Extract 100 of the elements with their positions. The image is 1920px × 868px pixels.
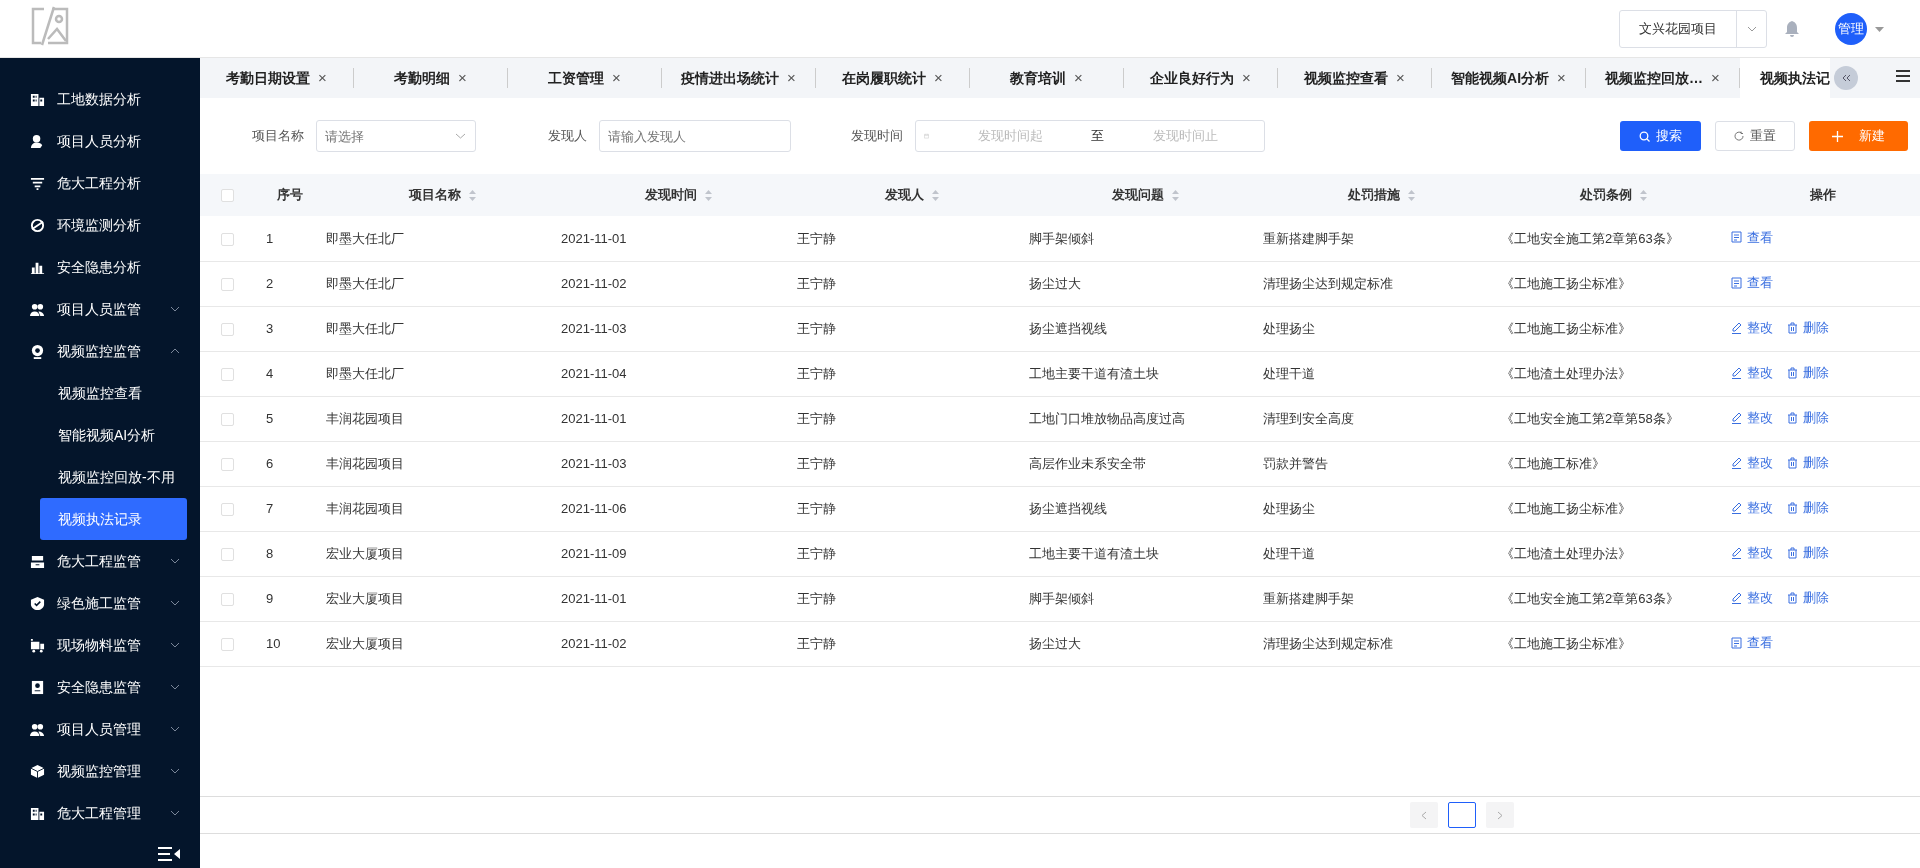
sidebar-item[interactable]: 危大工程管理	[0, 792, 200, 834]
table-cell: 宏业大厦项目	[326, 590, 404, 606]
sidebar-item[interactable]: 安全隐患分析	[0, 246, 200, 288]
tab[interactable]: 教育培训 ×	[970, 58, 1123, 98]
row-checkbox[interactable]	[221, 322, 234, 336]
close-icon[interactable]: ×	[1074, 66, 1083, 90]
edit-link[interactable]: 整改	[1731, 497, 1773, 518]
row-checkbox[interactable]	[221, 367, 234, 381]
sidebar-item[interactable]: 危大工程分析	[0, 162, 200, 204]
sidebar-item[interactable]: 危大工程监管	[0, 540, 200, 582]
project-select[interactable]: 文兴花园项目	[1619, 10, 1767, 48]
close-icon[interactable]: ×	[1242, 66, 1251, 90]
edit-link[interactable]: 整改	[1731, 452, 1773, 473]
close-icon[interactable]: ×	[318, 66, 327, 90]
close-icon[interactable]: ×	[934, 66, 943, 90]
close-icon[interactable]: ×	[787, 66, 796, 90]
sidebar-item[interactable]: 项目人员管理	[0, 708, 200, 750]
date-range-field[interactable]: 发现时间起 至 发现时间止	[915, 120, 1265, 152]
sidebar-item[interactable]: 视频监控管理	[0, 750, 200, 792]
sidebar-item[interactable]: 项目人员分析	[0, 120, 200, 162]
row-checkbox[interactable]	[221, 637, 234, 651]
tab[interactable]: 视频监控查看 ×	[1278, 58, 1431, 98]
tab[interactable]: 考勤明细 ×	[354, 58, 507, 98]
delete-link[interactable]: 删除	[1787, 587, 1829, 608]
sort-icon[interactable]	[1171, 190, 1179, 202]
current-page-box[interactable]	[1448, 802, 1476, 828]
caret-icon[interactable]	[1875, 26, 1884, 32]
select-all-checkbox[interactable]	[221, 189, 234, 203]
sidebar-item[interactable]: 项目人员监管	[0, 288, 200, 330]
row-checkbox[interactable]	[221, 412, 234, 426]
delete-link[interactable]: 删除	[1787, 362, 1829, 383]
tab[interactable]: 工资管理 ×	[508, 58, 661, 98]
tab[interactable]: 视频执法记	[1740, 58, 1830, 98]
table-cell: 2021-11-06	[561, 500, 627, 516]
delete-link[interactable]: 删除	[1787, 542, 1829, 563]
sidebar-item[interactable]: 环境监测分析	[0, 204, 200, 246]
sidebar-item[interactable]: 绿色施工监管	[0, 582, 200, 624]
plus-icon	[1832, 130, 1843, 142]
bell-icon[interactable]	[1785, 21, 1799, 37]
sidebar-item[interactable]: 工地数据分析	[0, 78, 200, 120]
edit-link[interactable]: 整改	[1731, 362, 1773, 383]
table-cell: 王宁静	[797, 320, 836, 336]
edit-link[interactable]: 整改	[1731, 587, 1773, 608]
chevron-icon	[170, 726, 180, 732]
table-cell: 王宁静	[797, 635, 836, 651]
view-link[interactable]: 查看	[1731, 272, 1773, 293]
sidebar-item[interactable]: 现场物料监管	[0, 624, 200, 666]
tab[interactable]: 视频监控回放… ×	[1586, 58, 1739, 98]
row-checkbox[interactable]	[221, 547, 234, 561]
sort-icon[interactable]	[704, 190, 712, 202]
tab[interactable]: 企业良好行为 ×	[1124, 58, 1277, 98]
trash-icon	[1787, 411, 1798, 424]
row-checkbox[interactable]	[221, 232, 234, 246]
sort-icon[interactable]	[1407, 190, 1415, 202]
sidebar-item[interactable]: 安全隐患监管	[0, 666, 200, 708]
delete-link[interactable]: 删除	[1787, 317, 1829, 338]
row-checkbox[interactable]	[221, 457, 234, 471]
row-checkbox[interactable]	[221, 592, 234, 606]
tab[interactable]: 疫情进出场统计 ×	[662, 58, 815, 98]
menu-icon[interactable]	[1896, 70, 1910, 82]
sidebar-subitem[interactable]: 视频监控回放-不用	[40, 456, 187, 498]
sidebar-subitem[interactable]: 视频执法记录	[40, 498, 187, 540]
tab[interactable]: 考勤日期设置 ×	[200, 58, 353, 98]
reset-button[interactable]: 重置	[1715, 121, 1795, 151]
view-link[interactable]: 查看	[1731, 632, 1773, 653]
scroll-tabs-button[interactable]	[1834, 66, 1858, 90]
avatar[interactable]: 管理	[1835, 13, 1867, 45]
delete-link[interactable]: 删除	[1787, 497, 1829, 518]
document-icon	[30, 679, 45, 695]
next-page-button[interactable]	[1486, 802, 1514, 828]
sidebar-item[interactable]: 视频监控监管	[0, 330, 200, 372]
edit-link[interactable]: 整改	[1731, 407, 1773, 428]
tab[interactable]: 智能视频AI分析 ×	[1432, 58, 1585, 98]
close-icon[interactable]: ×	[1711, 66, 1720, 90]
row-checkbox[interactable]	[221, 502, 234, 516]
finder-input[interactable]: 请输入发现人	[599, 120, 791, 152]
end-date-input[interactable]: 发现时间止	[1114, 125, 1256, 147]
sort-icon[interactable]	[469, 190, 476, 202]
menu-collapse-icon[interactable]	[158, 846, 180, 862]
tab[interactable]: 在岗履职统计 ×	[816, 58, 969, 98]
close-icon[interactable]: ×	[1396, 66, 1405, 90]
sort-icon[interactable]	[1639, 190, 1647, 202]
edit-link[interactable]: 整改	[1731, 542, 1773, 563]
sort-icon[interactable]	[932, 190, 939, 202]
row-checkbox[interactable]	[221, 277, 234, 291]
start-date-input[interactable]: 发现时间起	[939, 125, 1081, 147]
search-button[interactable]: 搜索	[1620, 121, 1701, 151]
close-icon[interactable]: ×	[458, 66, 467, 90]
delete-link[interactable]: 删除	[1787, 452, 1829, 473]
sidebar-subitem[interactable]: 视频监控查看	[40, 372, 187, 414]
trash-icon	[1787, 591, 1798, 604]
delete-link[interactable]: 删除	[1787, 407, 1829, 428]
sidebar-subitem[interactable]: 智能视频AI分析	[40, 414, 187, 456]
edit-link[interactable]: 整改	[1731, 317, 1773, 338]
view-link[interactable]: 查看	[1731, 227, 1773, 248]
close-icon[interactable]: ×	[1557, 66, 1566, 90]
close-icon[interactable]: ×	[612, 66, 621, 90]
project-select[interactable]: 请选择	[316, 120, 476, 152]
previous-page-button[interactable]	[1410, 802, 1438, 828]
pencil-icon	[1731, 456, 1742, 469]
